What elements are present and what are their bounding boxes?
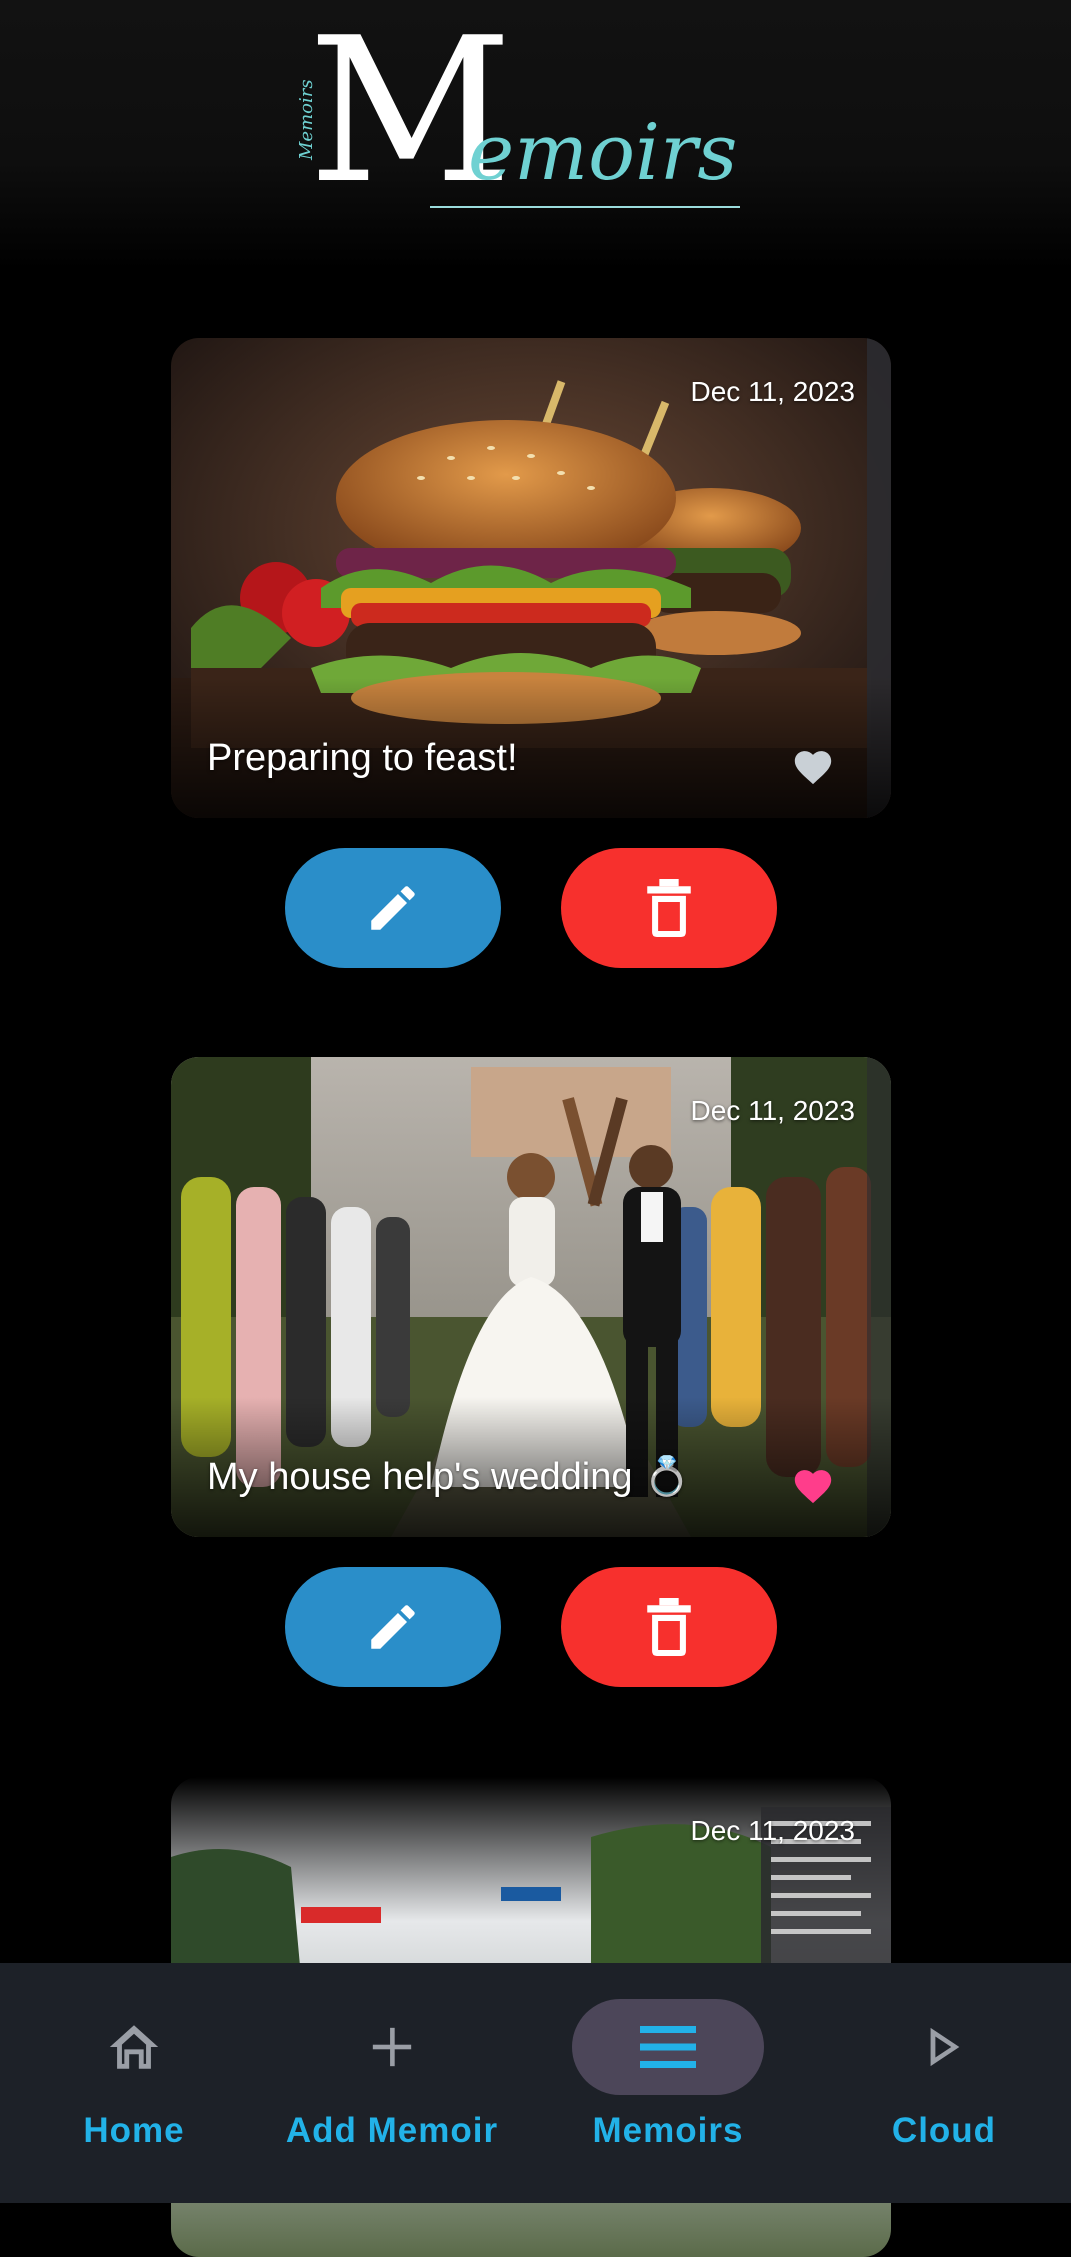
trash-icon [647, 879, 691, 937]
memoir-card[interactable]: Dec 11, 2023 Preparing to feast! [171, 338, 891, 818]
play-icon [930, 2027, 960, 2067]
edit-button[interactable] [285, 1567, 501, 1687]
nav-label: Home [83, 2111, 185, 2150]
plus-icon [372, 2027, 412, 2067]
heart-icon[interactable] [791, 1465, 835, 1505]
delete-button[interactable] [561, 848, 777, 968]
logo-side-text: Memoirs [296, 79, 317, 160]
pencil-icon [371, 886, 415, 930]
memoir-card[interactable]: Dec 11, 2023 My house help's wedding 💍 [171, 1057, 891, 1537]
nav-item-memoirs[interactable]: Memoirs [534, 1963, 802, 2203]
nav-label: Add Memoir [285, 2111, 499, 2150]
heart-icon[interactable] [791, 746, 835, 786]
edit-button[interactable] [285, 848, 501, 968]
menu-icon [640, 2026, 696, 2068]
delete-button[interactable] [561, 1567, 777, 1687]
logo-underline [430, 206, 740, 208]
app-header: M emoirs Memoirs [0, 0, 1071, 270]
nav-item-cloud[interactable]: Cloud [810, 1963, 1071, 2203]
memoir-date: Dec 11, 2023 [690, 1815, 856, 1846]
memoir-date: Dec 11, 2023 [690, 1095, 856, 1126]
bottom-navigation: Home Add Memoir Memoirs Cloud [0, 1963, 1071, 2203]
memoir-caption: My house help's wedding 💍 [207, 1456, 691, 1498]
nav-item-add-memoir[interactable]: Add Memoir [258, 1963, 526, 2203]
memoir-caption: Preparing to feast! [207, 737, 518, 779]
pencil-icon [371, 1605, 415, 1649]
logo-text: emoirs [468, 108, 738, 198]
trash-icon [647, 1598, 691, 1656]
nav-label: Cloud [891, 2111, 997, 2150]
memoir-date: Dec 11, 2023 [690, 376, 856, 407]
nav-label: Memoirs [592, 2111, 744, 2150]
nav-item-home[interactable]: Home [0, 1963, 268, 2203]
memoirs-logo: M emoirs Memoirs [296, 12, 760, 220]
home-icon [109, 2025, 159, 2069]
